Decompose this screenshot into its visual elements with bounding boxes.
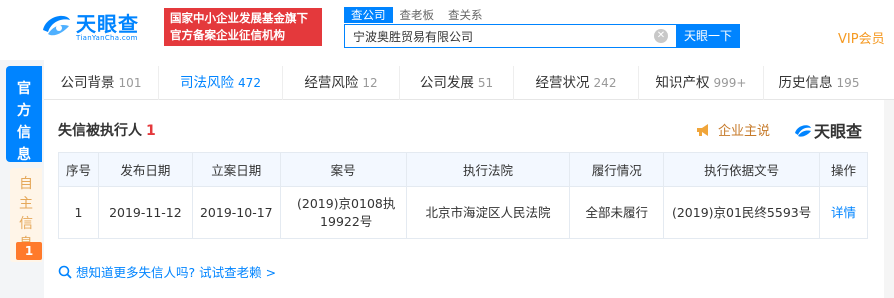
owner-claim-label: 企业主说 xyxy=(718,124,771,139)
search-box: ✕ xyxy=(344,24,676,48)
search-input[interactable] xyxy=(345,25,655,47)
search-button[interactable]: 天眼一下 xyxy=(676,24,740,48)
section-brand: 天眼查 xyxy=(794,118,862,142)
tab-company-background[interactable]: 公司背景 101 xyxy=(44,66,159,100)
col-header-status: 履行情况 xyxy=(569,152,665,187)
tab-label: 公司背景 xyxy=(60,75,115,91)
logo-eye-icon xyxy=(43,15,70,36)
more-dishonest-link[interactable]: 想知道更多失信人吗? 试试查老赖 > xyxy=(58,262,276,281)
megaphone-icon xyxy=(697,124,708,136)
tab-label: 知识产权 xyxy=(655,75,710,91)
cell-action: 详情 xyxy=(819,186,868,239)
rail-self-badge: 1 xyxy=(16,242,42,260)
col-header-publish-date: 发布日期 xyxy=(97,152,193,187)
tab-count: 101 xyxy=(118,76,142,90)
col-header-filing-date: 立案日期 xyxy=(191,152,281,187)
rail-official-char: 官 xyxy=(17,81,31,97)
tab-label: 公司发展 xyxy=(419,75,474,91)
tab-judicial-risk[interactable]: 司法风险 472 xyxy=(159,66,283,100)
section-nav: 公司背景 101 司法风险 472 经营风险 12 公司发展 51 经营状况 242 知识… xyxy=(44,66,894,100)
section-brand-text: 天眼查 xyxy=(814,122,863,141)
cell-basis-no: (2019)京01民终5593号 xyxy=(663,186,820,239)
search-tab-company[interactable]: 查公司 xyxy=(344,7,393,23)
tab-count: 472 xyxy=(238,76,261,90)
section-count: 1 xyxy=(146,123,156,139)
rail-self-char: 自 xyxy=(19,176,33,192)
cell-index: 1 xyxy=(58,186,99,239)
page-scrollbar[interactable] xyxy=(884,100,894,298)
rail-official-char: 方 xyxy=(17,103,31,119)
tab-operation-status[interactable]: 经营状况 242 xyxy=(514,66,639,100)
tab-count: 242 xyxy=(593,76,617,90)
official-banner: 国家中小企业发展基金旗下 官方备案企业征信机构 xyxy=(164,8,322,46)
banner-line-2: 官方备案企业征信机构 xyxy=(170,28,285,42)
section-title-text: 失信被执行人 xyxy=(58,123,142,139)
rail-self-char: 主 xyxy=(19,196,33,212)
more-link-label: 想知道更多失信人吗? 试试查老赖 > xyxy=(76,265,277,280)
tab-label: 司法风险 xyxy=(180,75,235,91)
tab-count: 999+ xyxy=(713,76,747,90)
table-header-row: 序号 发布日期 立案日期 案号 执行法院 履行情况 执行依据文号 操作 xyxy=(58,152,868,187)
cell-publish-date: 2019-11-12 xyxy=(97,186,193,239)
col-header-case-no: 案号 xyxy=(279,152,407,187)
cell-case-no: (2019)京0108执19922号 xyxy=(279,186,407,239)
col-header-index: 序号 xyxy=(58,152,99,187)
tab-count: 195 xyxy=(836,76,860,90)
dishonest-debtor-table: 序号 发布日期 立案日期 案号 执行法院 履行情况 执行依据文号 操作 1 20… xyxy=(58,152,868,239)
tab-label: 历史信息 xyxy=(778,75,833,91)
tab-history-info[interactable]: 历史信息 195 xyxy=(764,66,874,100)
tab-intellectual-property[interactable]: 知识产权 999+ xyxy=(639,66,764,100)
logo-url: TianYanCha.com xyxy=(76,34,138,42)
rail-official-char: 息 xyxy=(17,147,31,163)
col-header-basis-no: 执行依据文号 xyxy=(663,152,820,187)
banner-line-1: 国家中小企业发展基金旗下 xyxy=(170,11,308,25)
vip-link[interactable]: VIP会员 xyxy=(838,28,885,47)
rail-self-char: 信 xyxy=(19,216,33,232)
section-title: 失信被执行人 1 xyxy=(58,120,156,140)
table-row: 1 2019-11-12 2019-10-17 (2019)京0108执1992… xyxy=(58,186,868,239)
cell-filing-date: 2019-10-17 xyxy=(191,186,281,239)
site-logo[interactable]: 天眼查 TianYanCha.com xyxy=(40,8,158,48)
brand-eye-icon xyxy=(795,125,811,137)
search-tab-boss[interactable]: 查老板 xyxy=(393,7,442,23)
tab-company-development[interactable]: 公司发展 51 xyxy=(400,66,514,100)
tab-count: 12 xyxy=(362,76,378,90)
detail-link[interactable]: 详情 xyxy=(831,205,856,220)
search-icon xyxy=(58,265,72,279)
top-header: 天眼查 TianYanCha.com 国家中小企业发展基金旗下 官方备案企业征信… xyxy=(0,0,894,58)
rail-official-char: 信 xyxy=(17,125,31,141)
tab-operation-risk[interactable]: 经营风险 12 xyxy=(283,66,400,100)
col-header-action: 操作 xyxy=(819,152,868,187)
cell-court: 北京市海淀区人民法院 xyxy=(405,186,571,239)
clear-icon[interactable]: ✕ xyxy=(654,29,668,43)
search-tab-relation[interactable]: 查关系 xyxy=(441,7,490,23)
tab-label: 经营风险 xyxy=(304,75,359,91)
tab-count: 51 xyxy=(477,76,494,90)
cell-status: 全部未履行 xyxy=(569,186,665,239)
owner-claim-link[interactable]: 企业主说 xyxy=(696,120,770,139)
col-header-court: 执行法院 xyxy=(405,152,571,187)
logo-text: 天眼查 xyxy=(76,12,139,36)
tab-label: 经营状况 xyxy=(535,75,590,91)
search-type-tabs: 查公司 查老板 查关系 xyxy=(344,7,490,23)
rail-official-info[interactable]: 官 方 信 息 xyxy=(6,66,42,163)
